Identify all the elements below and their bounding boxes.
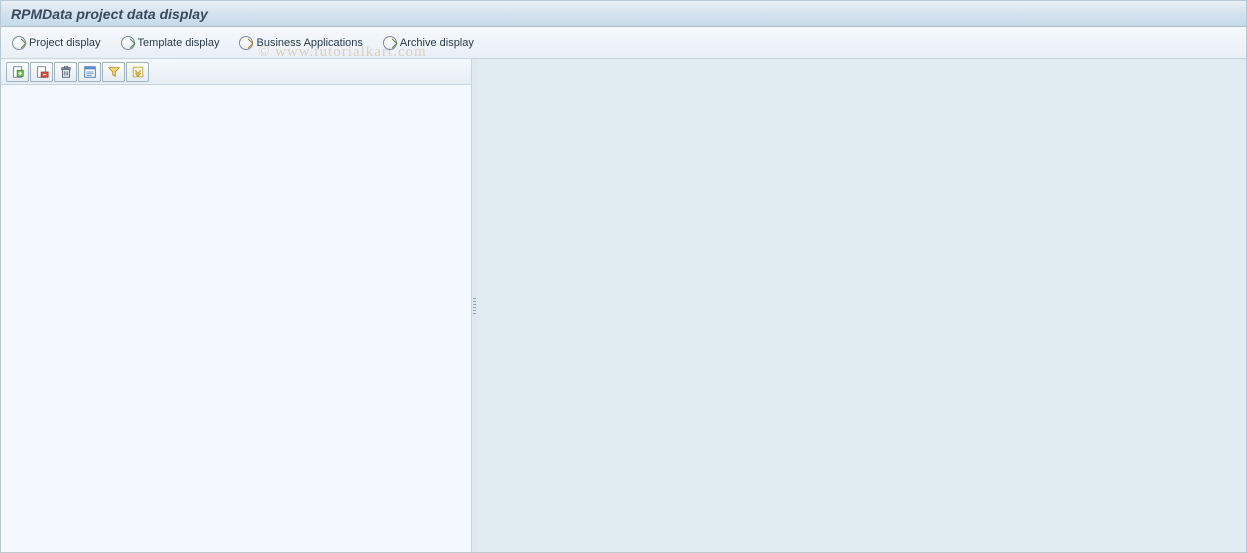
execute-icon [239, 36, 253, 50]
button-label: Template display [138, 35, 220, 51]
open-icon [35, 65, 49, 79]
right-panel [478, 59, 1246, 552]
details-toggle-button[interactable] [78, 62, 101, 82]
create-button[interactable] [6, 62, 29, 82]
project-display-button[interactable]: Project display [9, 32, 108, 54]
page-title: RPMData project data display [11, 6, 208, 22]
button-label: Project display [29, 35, 101, 51]
main-content [1, 59, 1246, 552]
details-icon [83, 65, 97, 79]
left-panel [1, 59, 472, 552]
execute-icon [383, 36, 397, 50]
archive-display-button[interactable]: Archive display [380, 32, 481, 54]
tree-area [1, 85, 471, 552]
open-button[interactable] [30, 62, 53, 82]
button-label: Archive display [400, 35, 474, 51]
create-icon [11, 65, 25, 79]
title-bar: RPMData project data display [1, 1, 1246, 27]
expand-button[interactable] [126, 62, 149, 82]
expand-icon [131, 65, 145, 79]
execute-icon [12, 36, 26, 50]
application-toolbar: Project display Template display Busines… [1, 27, 1246, 59]
business-applications-button[interactable]: Business Applications [236, 32, 369, 54]
execute-icon [121, 36, 135, 50]
delete-button[interactable] [54, 62, 77, 82]
icon-toolbar [1, 59, 471, 85]
splitter-handle[interactable] [472, 59, 478, 552]
template-display-button[interactable]: Template display [118, 32, 227, 54]
button-label: Business Applications [256, 35, 362, 51]
filter-icon [107, 65, 121, 79]
splitter-grip-icon [473, 294, 477, 318]
trash-icon [59, 65, 73, 79]
filter-button[interactable] [102, 62, 125, 82]
